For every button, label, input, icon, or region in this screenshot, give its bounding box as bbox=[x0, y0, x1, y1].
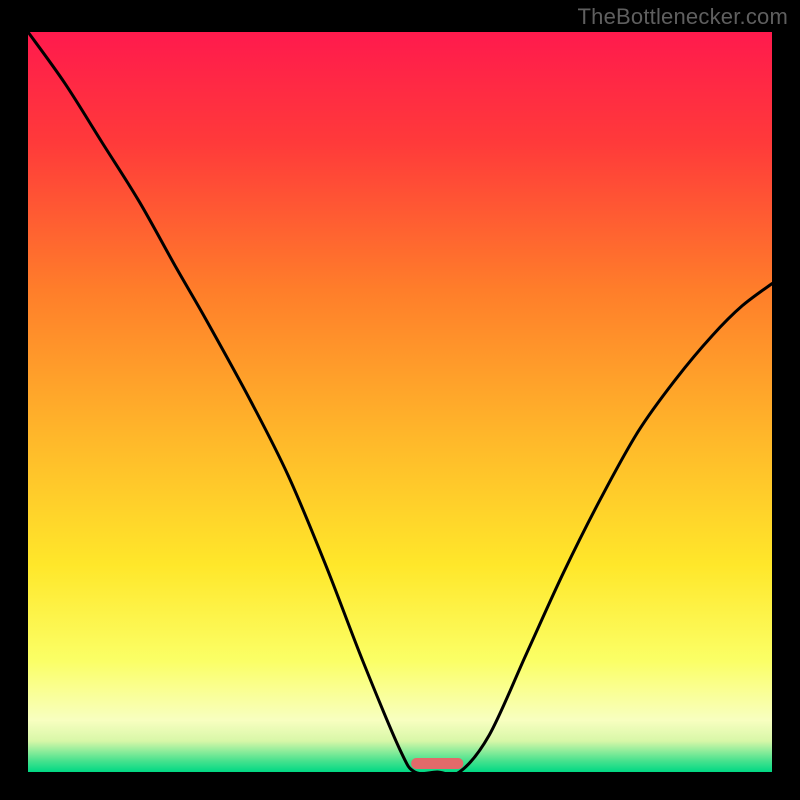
chart-frame: TheBottlenecker.com bbox=[0, 0, 800, 800]
gradient-background bbox=[28, 32, 772, 772]
attribution-text: TheBottlenecker.com bbox=[578, 4, 788, 30]
bottleneck-chart bbox=[28, 32, 772, 772]
optimal-range-marker bbox=[411, 758, 463, 769]
